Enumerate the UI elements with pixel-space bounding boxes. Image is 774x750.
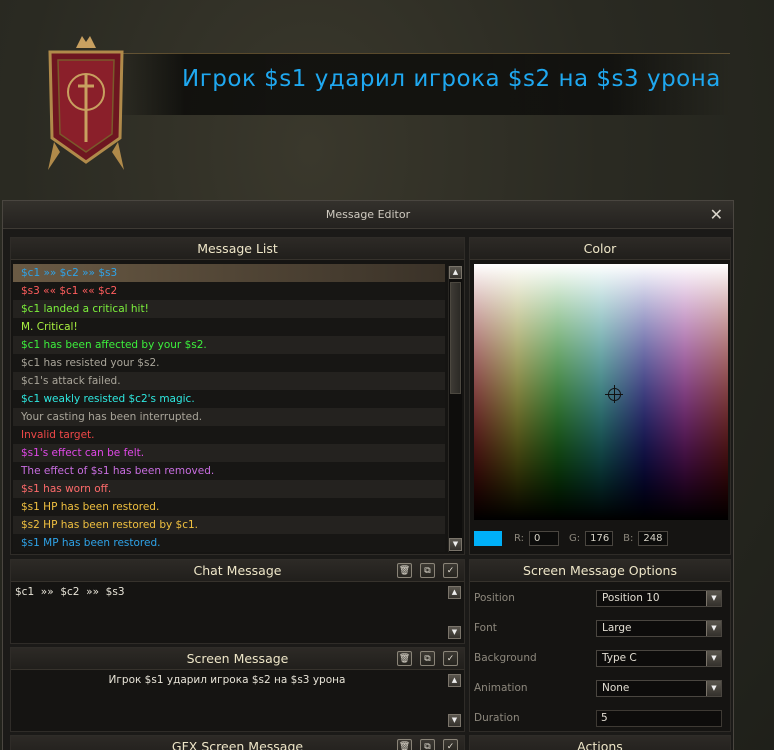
animation-row: Animation None ▼ [474, 677, 722, 699]
chat-scrollbar[interactable]: ▲ ▼ [448, 586, 462, 642]
scroll-thumb[interactable] [450, 282, 461, 394]
crosshair-icon[interactable] [605, 385, 623, 403]
position-row: Position Position 10 ▼ [474, 587, 722, 609]
screen-message-header: Screen Message 🗑 ⧉ ✓ [11, 648, 464, 670]
chat-message-panel: Chat Message 🗑 ⧉ ✓ $c1 »» $c2 »» $s3 ▲ ▼ [10, 559, 465, 644]
message-list-item[interactable]: $c1 has been affected by your $s2. [13, 336, 445, 354]
screen-message-options-panel: Screen Message Options Position Position… [469, 559, 731, 732]
close-icon[interactable]: ✕ [710, 205, 723, 224]
chat-message-header: Chat Message 🗑 ⧉ ✓ [11, 560, 464, 582]
position-value: Position 10 [601, 591, 660, 604]
message-list-scrollbar[interactable]: ▲ ▼ [448, 266, 462, 552]
font-dropdown[interactable]: Large ▼ [595, 619, 722, 637]
message-list-item[interactable]: $s1 HP has been restored. [13, 498, 445, 516]
color-title: Color [470, 238, 730, 260]
copy-icon[interactable]: ⧉ [420, 651, 435, 666]
screen-scrollbar[interactable]: ▲ ▼ [448, 674, 462, 730]
color-swatch [474, 531, 502, 546]
duration-row: Duration 5 [474, 707, 722, 729]
scroll-up-icon[interactable]: ▲ [449, 266, 462, 279]
screen-message-panel: Screen Message 🗑 ⧉ ✓ Игрок $s1 ударил иг… [10, 647, 465, 732]
delete-icon[interactable]: 🗑 [397, 739, 412, 750]
g-input[interactable]: 176 [585, 531, 614, 546]
color-panel: Color R: 0 G: 176 B: 248 [469, 237, 731, 555]
delete-icon[interactable]: 🗑 [397, 651, 412, 666]
background-value: Type C [601, 651, 637, 664]
screen-options-title: Screen Message Options [470, 560, 730, 582]
screen-message-title: Screen Message [186, 651, 289, 666]
message-editor-window: Message Editor ✕ Message List $c1 »» $c2… [2, 200, 734, 750]
duration-input[interactable]: 5 [595, 709, 722, 727]
copy-icon[interactable]: ⧉ [420, 739, 435, 750]
font-value: Large [601, 621, 632, 634]
delete-icon[interactable]: 🗑 [397, 563, 412, 578]
scroll-up-icon[interactable]: ▲ [448, 586, 461, 599]
chat-message-text[interactable]: $c1 »» $c2 »» $s3 [15, 586, 125, 598]
apply-icon[interactable]: ✓ [443, 651, 458, 666]
animation-dropdown[interactable]: None ▼ [595, 679, 722, 697]
message-list-item[interactable]: Invalid target. [13, 426, 445, 444]
message-list-panel: Message List $c1 »» $c2 »» $s3 $s3 «« $c1… [10, 237, 465, 555]
message-list-title: Message List [11, 238, 464, 260]
message-list-item[interactable]: $c1 landed a critical hit! [13, 300, 445, 318]
b-label: B: [623, 533, 634, 544]
gfx-screen-message-panel: GFX Screen Message 🗑 ⧉ ✓ [10, 735, 465, 750]
background-label: Background [474, 652, 537, 664]
window-title: Message Editor [325, 208, 411, 221]
b-input[interactable]: 248 [638, 531, 669, 546]
chat-message-title: Chat Message [193, 563, 282, 578]
message-list-item[interactable]: $s1 MP has been restored. [13, 534, 445, 552]
animation-value: None [601, 681, 630, 694]
color-picker[interactable] [474, 264, 728, 520]
message-list-item[interactable]: $c1 »» $c2 »» $s3 [13, 264, 445, 282]
animation-label: Animation [474, 682, 528, 694]
message-list-item[interactable]: $s1 has worn off. [13, 480, 445, 498]
scroll-down-icon[interactable]: ▼ [448, 714, 461, 727]
message-list-item[interactable]: $c1 weakly resisted $c2's magic. [13, 390, 445, 408]
gfx-screen-message-header: GFX Screen Message 🗑 ⧉ ✓ [11, 736, 464, 750]
chevron-down-icon[interactable]: ▼ [706, 680, 721, 696]
message-list-item[interactable]: $s3 «« $c1 «« $c2 [13, 282, 445, 300]
position-label: Position [474, 592, 515, 604]
chevron-down-icon[interactable]: ▼ [706, 650, 721, 666]
screen-message-banner-text: Игрок $s1 ударил игрока $s2 на $s3 урона [182, 66, 721, 92]
background-row: Background Type C ▼ [474, 647, 722, 669]
message-list: $c1 »» $c2 »» $s3 $s3 «« $c1 «« $c2 $c1 la… [13, 264, 445, 552]
screen-message-text[interactable]: Игрок $s1 ударил игрока $s2 на $s3 урона [11, 674, 443, 686]
font-row: Font Large ▼ [474, 617, 722, 639]
rgb-values: R: 0 G: 176 B: 248 [474, 531, 678, 546]
actions-panel: Actions [469, 735, 731, 750]
message-list-item[interactable]: $c1 has resisted your $s2. [13, 354, 445, 372]
scroll-down-icon[interactable]: ▼ [449, 538, 462, 551]
font-label: Font [474, 622, 497, 634]
scroll-up-icon[interactable]: ▲ [448, 674, 461, 687]
apply-icon[interactable]: ✓ [443, 563, 458, 578]
title-bar[interactable]: Message Editor ✕ [3, 201, 733, 229]
clan-emblem-icon [48, 36, 124, 170]
position-dropdown[interactable]: Position 10 ▼ [595, 589, 722, 607]
apply-icon[interactable]: ✓ [443, 739, 458, 750]
message-list-item[interactable]: Your casting has been interrupted. [13, 408, 445, 426]
message-list-item[interactable]: $s1's effect can be felt. [13, 444, 445, 462]
message-list-item[interactable]: M. Critical! [13, 318, 445, 336]
chevron-down-icon[interactable]: ▼ [706, 620, 721, 636]
g-label: G: [569, 533, 581, 544]
chevron-down-icon[interactable]: ▼ [706, 590, 721, 606]
background-dropdown[interactable]: Type C ▼ [595, 649, 722, 667]
duration-label: Duration [474, 712, 520, 724]
r-input[interactable]: 0 [529, 531, 560, 546]
message-list-item[interactable]: $s2 HP has been restored by $c1. [13, 516, 445, 534]
gfx-screen-message-title: GFX Screen Message [171, 739, 304, 750]
copy-icon[interactable]: ⧉ [420, 563, 435, 578]
message-list-item[interactable]: The effect of $s1 has been removed. [13, 462, 445, 480]
scroll-down-icon[interactable]: ▼ [448, 626, 461, 639]
r-label: R: [514, 533, 525, 544]
actions-title: Actions [470, 736, 730, 750]
message-list-item[interactable]: $c1's attack failed. [13, 372, 445, 390]
